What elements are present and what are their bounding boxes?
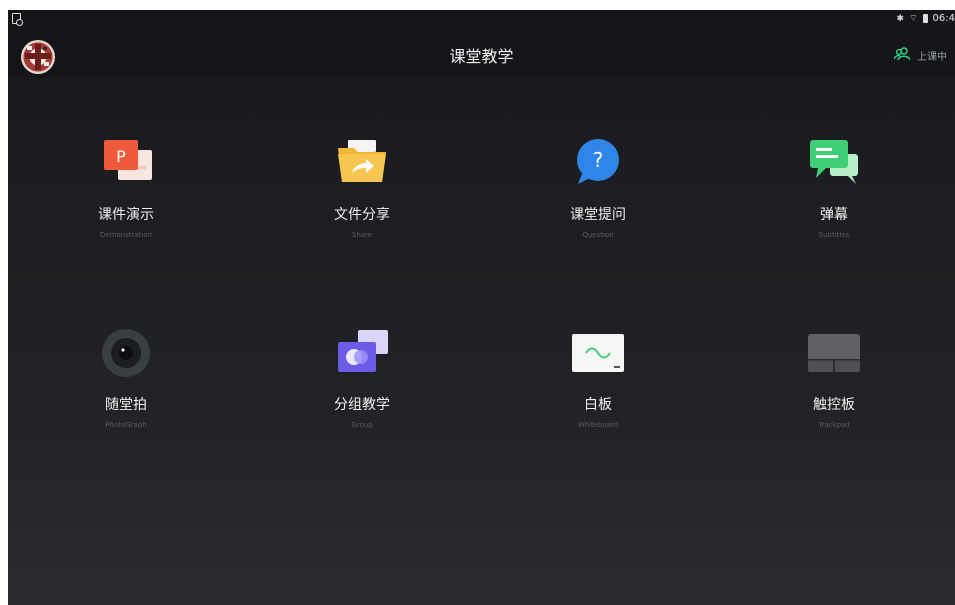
tile-sublabel: Trackpad [818,421,850,429]
tile-whiteboard[interactable]: 白板 Whiteboard [480,268,716,458]
clock: 06:4 [932,13,955,24]
page-title: 课堂教学 [449,47,514,66]
tile-label: 随堂拍 [105,397,147,413]
tile-sublabel: PhotoGraph [105,421,147,429]
group-cards-icon [332,326,392,380]
wifi-icon: ⌔ [909,14,918,24]
chat-bubbles-icon [804,136,864,190]
folder-share-icon [332,136,392,190]
tile-label: 弹幕 [820,207,848,223]
notification-icon [12,13,23,26]
question-icon: ? [568,136,628,190]
tile-sublabel: Share [351,231,373,239]
tile-label: 文件分享 [334,207,390,223]
tile-trackpad[interactable]: 触控板 Trackpad [716,268,952,458]
svg-text:?: ? [593,148,604,172]
tile-sublabel: Subtitles [818,231,850,239]
trackpad-icon [804,326,864,380]
svg-text:P: P [116,147,126,166]
status-bar: ✱ ⌔ 06:4 [8,10,955,30]
tile-sublabel: Question [582,231,614,239]
tile-sublabel: Demonstration [99,231,153,239]
class-state-label: 上课中 [917,52,947,63]
status-icons: ✱ ⌔ 06:4 [897,13,955,24]
bluetooth-icon: ✱ [896,13,905,24]
tile-subtitles[interactable]: 弹幕 Subtitles [716,78,952,268]
camera-icon [96,326,156,380]
battery-icon [922,14,928,23]
tile-share[interactable]: 文件分享 Share [244,78,480,268]
tile-sublabel: Whiteboard [577,421,619,429]
tile-label: 分组教学 [334,397,390,413]
ppt-icon: P [96,136,156,190]
tile-photograph[interactable]: 随堂拍 PhotoGraph [8,268,244,458]
whiteboard-icon [568,326,628,380]
tile-group[interactable]: 分组教学 Group [244,268,480,458]
screen: ✱ ⌔ 06:4 课堂教学 上课中 P 课件演示 Demonstration 文… [8,10,955,605]
tile-question[interactable]: ? 课堂提问 Question [480,78,716,268]
tile-label: 课件演示 [98,207,154,223]
class-state[interactable]: 上课中 [893,46,947,65]
app-bar: 课堂教学 上课中 [8,30,955,78]
tile-label: 课堂提问 [570,207,626,223]
tile-demonstration[interactable]: P 课件演示 Demonstration [8,78,244,268]
tile-sublabel: Group [351,421,373,429]
tile-label: 触控板 [813,397,855,413]
tile-label: 白板 [584,397,612,413]
group-users-icon [893,46,911,65]
